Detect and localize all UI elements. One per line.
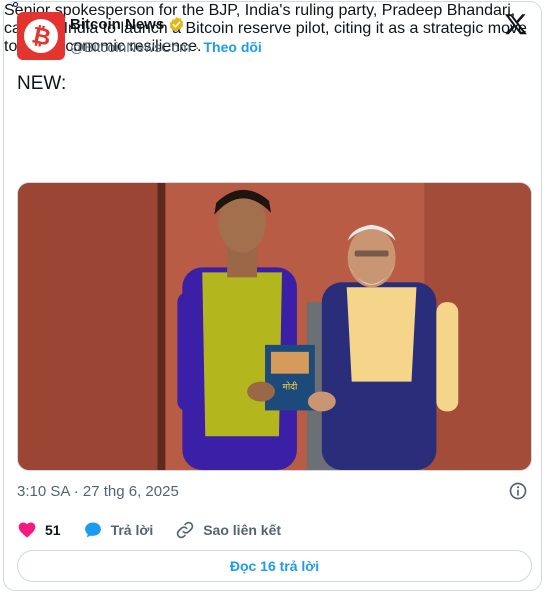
tweet-prefix: NEW: — [17, 73, 67, 94]
reply-button[interactable]: Trả lời — [83, 520, 154, 540]
copy-link-button[interactable]: Sao liên kết — [175, 520, 281, 540]
reply-bubble-icon — [84, 522, 101, 538]
avatar[interactable]: ₿ — [17, 12, 65, 60]
info-icon[interactable] — [508, 481, 528, 501]
read-replies-button[interactable]: Đọc 16 trả lời — [17, 550, 532, 582]
tweet-actions: 51 Trả lời Sao liên kết — [17, 520, 303, 540]
india-flag-icon — [74, 74, 98, 90]
heart-icon — [18, 522, 36, 538]
x-logo-icon[interactable] — [504, 12, 528, 36]
photo-illustration: मोदी — [18, 183, 531, 470]
tweet-timestamp[interactable]: 3:10 SA · 27 thg 6, 2025 — [17, 483, 179, 500]
tweet-photo[interactable]: मोदी — [17, 182, 532, 471]
handle-separator: · — [194, 39, 200, 55]
link-icon — [176, 521, 194, 539]
author-handle[interactable]: @BitcoinNewsCom — [70, 39, 191, 55]
verified-badge-icon — [169, 17, 184, 32]
bitcoin-logo-icon: ₿ — [24, 19, 58, 53]
like-count: 51 — [45, 522, 61, 538]
author-display-name[interactable]: Bitcoin News — [70, 16, 164, 33]
book-title: मोदी — [283, 381, 298, 393]
tweet-card: ₿ Bitcoin News @BitcoinNewsCom · Theo dõ… — [3, 1, 542, 591]
tweet-text: NEW: — [17, 72, 537, 97]
like-button[interactable]: 51 — [17, 520, 61, 540]
copy-link-label: Sao liên kết — [203, 522, 282, 538]
follow-button[interactable]: Theo dõi — [203, 39, 261, 55]
author-name-row: Bitcoin News — [70, 16, 185, 33]
reply-label: Trả lời — [110, 522, 154, 538]
author-handle-row: @BitcoinNewsCom · Theo dõi — [70, 39, 262, 55]
